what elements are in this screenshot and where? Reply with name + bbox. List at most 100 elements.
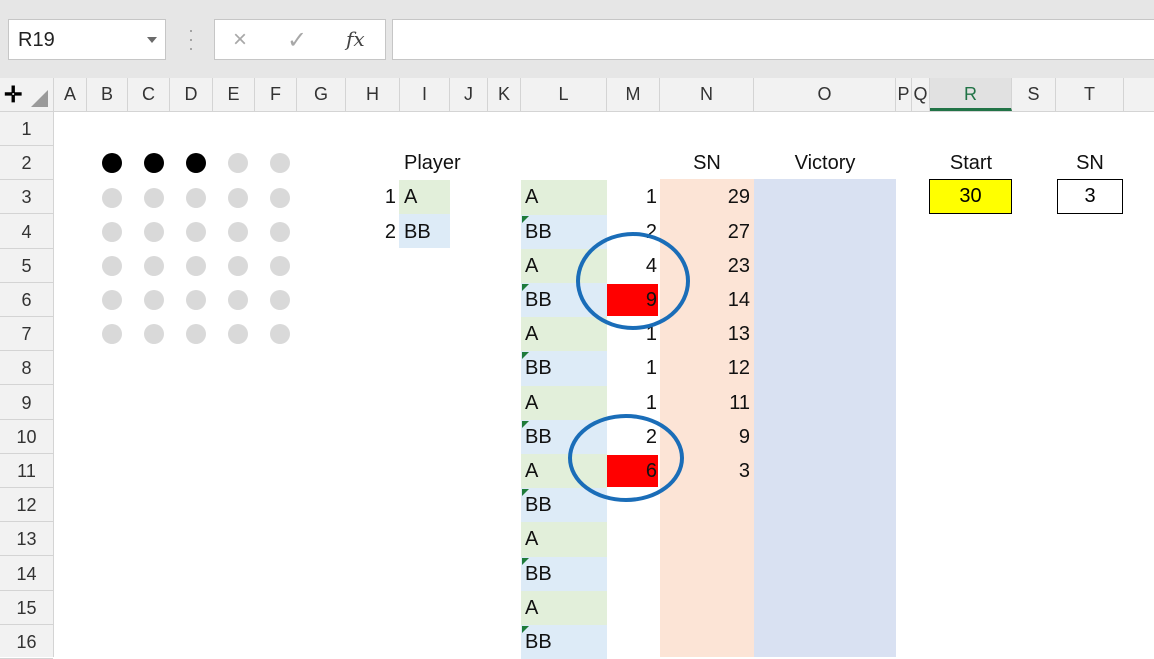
turn-player-cell[interactable]: A [525, 317, 605, 351]
start-value-cell[interactable]: 30 [929, 179, 1012, 214]
empty-dot [186, 324, 206, 345]
column-header-l[interactable]: L [521, 78, 607, 111]
column-header-a[interactable]: A [54, 78, 87, 111]
player-number: 2 [384, 220, 396, 243]
empty-dot [102, 187, 122, 208]
empty-dot [144, 221, 164, 242]
column-header-m[interactable]: M [607, 78, 660, 111]
row-header-8[interactable]: 8 [0, 351, 53, 386]
row-headers: 1 2 3 4 5 6 7 8 9 10 11 12 13 14 15 16 [0, 112, 54, 659]
row-header-6[interactable]: 6 [0, 283, 53, 317]
column-header-r[interactable]: R [930, 78, 1012, 111]
turn-player-cell[interactable]: A [525, 591, 605, 625]
empty-dot [186, 187, 206, 208]
empty-dot [270, 187, 290, 208]
empty-dot [228, 187, 248, 208]
filled-dot [102, 153, 122, 174]
empty-dot [144, 187, 164, 208]
column-header-c[interactable]: C [128, 78, 170, 111]
turn-remaining-cell[interactable] [660, 591, 750, 625]
turn-remaining-cell[interactable]: 29 [660, 180, 750, 214]
turn-player-cell[interactable]: A [525, 180, 605, 214]
row-header-10[interactable]: 10 [0, 420, 53, 454]
column-header-b[interactable]: B [87, 78, 128, 111]
turn-remaining-cell[interactable] [660, 488, 750, 522]
turn-move-cell[interactable]: 1 [607, 351, 657, 385]
turn-player-cell[interactable]: BB [525, 215, 605, 249]
player-number: 1 [384, 186, 396, 209]
row-header-5[interactable]: 5 [0, 249, 53, 283]
select-all-button[interactable]: ✛ [0, 78, 54, 111]
formula-input[interactable] [392, 19, 1154, 60]
turn-remaining-cell[interactable] [660, 557, 750, 591]
column-header-s[interactable]: S [1012, 78, 1056, 111]
turn-player-cell[interactable]: BB [525, 625, 605, 659]
sn-value-cell[interactable]: 3 [1057, 179, 1123, 214]
empty-dot [186, 255, 206, 276]
cancel-icon[interactable]: × [233, 26, 247, 54]
empty-dot [228, 221, 248, 242]
column-header-h[interactable]: H [346, 78, 400, 111]
empty-dot [102, 255, 122, 276]
column-header-q[interactable]: Q [912, 78, 930, 111]
turn-remaining-cell[interactable]: 12 [660, 351, 750, 385]
turn-remaining-cell[interactable]: 27 [660, 215, 750, 249]
row-header-1[interactable]: 1 [0, 112, 53, 146]
name-box-value: R19 [18, 29, 55, 51]
chevron-down-icon[interactable] [147, 37, 157, 43]
name-box[interactable]: R19 [8, 19, 166, 60]
empty-dot [228, 290, 248, 311]
row-header-7[interactable]: 7 [0, 317, 53, 352]
cross-cursor-icon: ✛ [4, 82, 23, 107]
column-header-d[interactable]: D [170, 78, 213, 111]
row-header-12[interactable]: 12 [0, 488, 53, 523]
column-header-j[interactable]: J [450, 78, 488, 111]
column-header-i[interactable]: I [400, 78, 450, 111]
row-header-4[interactable]: 4 [0, 215, 53, 249]
column-header-e[interactable]: E [213, 78, 255, 111]
row-header-15[interactable]: 15 [0, 591, 53, 625]
turn-move-cell[interactable] [607, 557, 657, 591]
turn-move-cell[interactable] [607, 522, 657, 556]
empty-dot [228, 324, 248, 345]
select-all-triangle-icon [31, 90, 48, 107]
turn-player-cell[interactable]: BB [525, 557, 605, 591]
column-header-k[interactable]: K [488, 78, 521, 111]
column-header-o[interactable]: O [754, 78, 896, 111]
turn-remaining-cell[interactable] [660, 522, 750, 556]
row-header-2[interactable]: 2 [0, 146, 53, 181]
turn-remaining-cell[interactable]: 11 [660, 386, 750, 420]
player-name[interactable]: A [404, 180, 450, 214]
column-header-p[interactable]: P [896, 78, 912, 111]
turn-move-cell[interactable] [607, 591, 657, 625]
turn-player-cell[interactable]: BB [525, 351, 605, 385]
filled-dot [144, 153, 164, 174]
sn-header: SN [693, 152, 721, 174]
grip-icon: · · · [188, 20, 194, 58]
column-header-g[interactable]: G [297, 78, 346, 111]
empty-dot [186, 221, 206, 242]
turn-remaining-cell[interactable] [660, 625, 750, 659]
turn-remaining-cell[interactable]: 13 [660, 317, 750, 351]
column-headers: ✛ ABCDEFGHIJKLMNOPQRST [0, 78, 1154, 112]
empty-dot [144, 324, 164, 345]
enter-icon[interactable]: ✓ [287, 26, 307, 55]
player-name[interactable]: BB [404, 215, 450, 249]
column-header-t[interactable]: T [1056, 78, 1124, 111]
row-header-16[interactable]: 16 [0, 625, 53, 659]
turn-player-cell[interactable]: A [525, 386, 605, 420]
row-header-11[interactable]: 11 [0, 454, 53, 488]
turn-move-cell[interactable] [607, 625, 657, 659]
row-header-9[interactable]: 9 [0, 386, 53, 420]
turn-move-cell[interactable]: 1 [607, 180, 657, 214]
turn-player-cell[interactable]: A [525, 522, 605, 556]
empty-dot [228, 153, 248, 174]
column-header-n[interactable]: N [660, 78, 754, 111]
annotation-circle [576, 232, 690, 330]
column-header-f[interactable]: F [255, 78, 297, 111]
row-header-14[interactable]: 14 [0, 557, 53, 591]
row-header-13[interactable]: 13 [0, 522, 53, 557]
row-header-3[interactable]: 3 [0, 180, 53, 215]
insert-function-icon[interactable]: fx [346, 27, 365, 51]
empty-dot [102, 221, 122, 242]
